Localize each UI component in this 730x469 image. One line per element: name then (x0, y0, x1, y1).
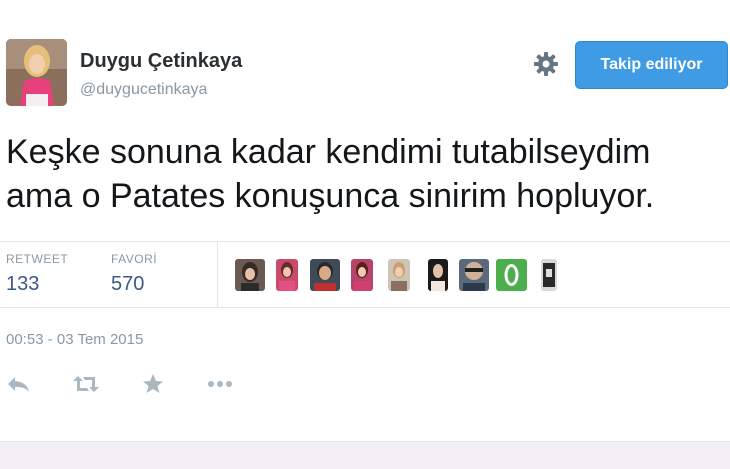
divider (217, 241, 218, 307)
retweet-label: RETWEET (6, 252, 69, 266)
reply-icon[interactable] (5, 372, 33, 396)
favorite-count[interactable]: 570 (111, 273, 144, 296)
user-handle[interactable]: @duygucetinkaya (80, 81, 207, 99)
follow-button-label: Takip ediliyor (600, 56, 703, 73)
tweet-text: Keşke sonuna kadar kendimi tutabilseydim… (6, 130, 721, 218)
star-icon[interactable] (140, 372, 168, 396)
favoriter-avatar[interactable] (235, 259, 265, 291)
avatar[interactable] (6, 39, 67, 106)
favoriter-avatar[interactable] (459, 259, 489, 291)
favoriter-avatar[interactable] (496, 259, 527, 291)
favoriter-avatar[interactable] (276, 259, 298, 291)
follow-button[interactable]: Takip ediliyor (575, 41, 728, 89)
more-icon[interactable] (206, 372, 234, 396)
divider (0, 307, 730, 308)
tweet-text-line: Keşke sonuna kadar kendimi tutabilseydim (6, 133, 651, 171)
tweet-text-line: ama o Patates konuşunca sinirim hopluyor… (6, 177, 655, 215)
favoriter-avatar[interactable] (541, 259, 557, 291)
favoriter-avatar[interactable] (388, 259, 410, 291)
favorite-label: FAVORİ (111, 252, 158, 266)
gear-icon[interactable] (533, 51, 559, 77)
favoriter-avatar[interactable] (428, 259, 448, 291)
tweet-timestamp[interactable]: 00:53 - 03 Tem 2015 (6, 331, 143, 348)
favoriter-avatar[interactable] (310, 259, 340, 291)
bottom-bar (0, 441, 730, 469)
retweet-icon[interactable] (72, 372, 100, 396)
retweet-count[interactable]: 133 (6, 273, 39, 296)
display-name[interactable]: Duygu Çetinkaya (80, 50, 242, 73)
favoriter-avatar[interactable] (351, 259, 373, 291)
divider (0, 241, 730, 242)
